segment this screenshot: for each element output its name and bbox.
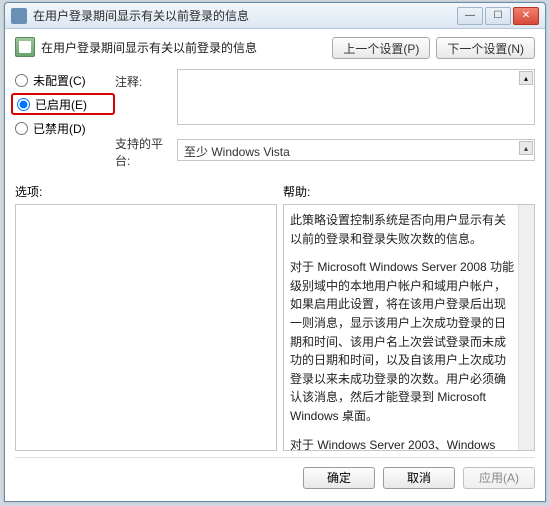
platform-box: 至少 Windows Vista ▴: [177, 139, 535, 161]
radio-not-configured-input[interactable]: [15, 74, 28, 87]
window-controls: — ☐ ✕: [457, 7, 539, 25]
radio-enabled-input[interactable]: [17, 98, 30, 111]
dialog-window: 在用户登录期间显示有关以前登录的信息 — ☐ ✕ 在用户登录期间显示有关以前登录…: [4, 2, 546, 502]
help-p2: 对于 Microsoft Windows Server 2008 功能级别域中的…: [290, 258, 516, 425]
app-icon: [11, 8, 27, 24]
apply-button[interactable]: 应用(A): [463, 467, 535, 489]
remark-area: 注释: ▴ 支持的平台: 至少 Windows Vista ▴: [115, 69, 535, 169]
radio-disabled-input[interactable]: [15, 122, 28, 135]
remark-label: 注释:: [115, 69, 177, 90]
ok-button[interactable]: 确定: [303, 467, 375, 489]
policy-icon: [15, 37, 35, 57]
cancel-button[interactable]: 取消: [383, 467, 455, 489]
panels: 此策略设置控制系统是否向用户显示有关以前的登录和登录失败次数的信息。 对于 Mi…: [15, 204, 535, 451]
platform-value: 至少 Windows Vista: [184, 145, 290, 159]
radio-enabled[interactable]: 已启用(E): [11, 93, 115, 115]
next-setting-button[interactable]: 下一个设置(N): [436, 37, 535, 59]
remark-scroll-up-icon[interactable]: ▴: [519, 71, 533, 85]
help-label: 帮助:: [283, 183, 310, 200]
maximize-button[interactable]: ☐: [485, 7, 511, 25]
config-area: 未配置(C) 已启用(E) 已禁用(D) 注释: ▴: [15, 69, 535, 169]
help-text[interactable]: 此策略设置控制系统是否向用户显示有关以前的登录和登录失败次数的信息。 对于 Mi…: [284, 205, 534, 450]
window-title: 在用户登录期间显示有关以前登录的信息: [33, 7, 457, 24]
radio-disabled[interactable]: 已禁用(D): [15, 117, 111, 139]
help-scrollbar[interactable]: [518, 205, 534, 450]
radio-disabled-label: 已禁用(D): [33, 120, 86, 137]
radio-group: 未配置(C) 已启用(E) 已禁用(D): [15, 69, 111, 169]
help-panel: 此策略设置控制系统是否向用户显示有关以前的登录和登录失败次数的信息。 对于 Mi…: [283, 204, 535, 451]
options-label: 选项:: [15, 183, 283, 200]
prev-setting-button[interactable]: 上一个设置(P): [332, 37, 430, 59]
policy-title: 在用户登录期间显示有关以前登录的信息: [41, 37, 332, 56]
remark-textarea[interactable]: ▴: [177, 69, 535, 125]
nav-buttons: 上一个设置(P) 下一个设置(N): [332, 37, 535, 59]
panel-labels: 选项: 帮助:: [15, 183, 535, 200]
platform-row: 支持的平台: 至少 Windows Vista ▴: [115, 131, 535, 169]
remark-row: 注释: ▴: [115, 69, 535, 125]
help-p1: 此策略设置控制系统是否向用户显示有关以前的登录和登录失败次数的信息。: [290, 211, 516, 248]
platform-scroll-up-icon[interactable]: ▴: [519, 141, 533, 155]
minimize-button[interactable]: —: [457, 7, 483, 25]
content-area: 在用户登录期间显示有关以前登录的信息 上一个设置(P) 下一个设置(N) 未配置…: [5, 29, 545, 501]
platform-label: 支持的平台:: [115, 131, 177, 169]
close-button[interactable]: ✕: [513, 7, 539, 25]
header-row: 在用户登录期间显示有关以前登录的信息 上一个设置(P) 下一个设置(N): [15, 37, 535, 59]
titlebar[interactable]: 在用户登录期间显示有关以前登录的信息 — ☐ ✕: [5, 3, 545, 29]
radio-not-configured-label: 未配置(C): [33, 72, 86, 89]
options-panel[interactable]: [15, 204, 277, 451]
radio-not-configured[interactable]: 未配置(C): [15, 69, 111, 91]
help-p3: 对于 Windows Server 2003、Windows 2000 本机或 …: [290, 436, 516, 450]
footer: 确定 取消 应用(A): [15, 457, 535, 491]
radio-enabled-label: 已启用(E): [35, 96, 87, 113]
